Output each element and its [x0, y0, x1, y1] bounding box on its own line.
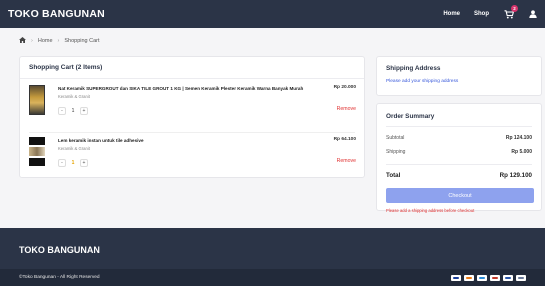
product-image[interactable] — [29, 85, 45, 115]
qty-value: 1 — [71, 108, 75, 114]
product-name[interactable]: Nat Keramik SUPERGROUT dan SIKA TILE GRO… — [58, 86, 306, 91]
cart-item: Nat Keramik SUPERGROUT dan SIKA TILE GRO… — [29, 85, 356, 127]
shipping-address-panel: Shipping Address Please add your shippin… — [376, 56, 542, 96]
breadcrumb-current: Shopping Cart — [64, 38, 100, 44]
total-value: Rp 129.100 — [499, 172, 532, 179]
qty-increase-button[interactable]: + — [80, 159, 88, 167]
subtotal-row: Subtotal Rp 124.100 — [386, 135, 532, 141]
subtotal-label: Subtotal — [386, 135, 405, 141]
user-icon[interactable] — [528, 10, 537, 19]
brand-logo[interactable]: TOKO BANGUNAN — [8, 8, 105, 20]
remove-button[interactable]: Remove — [306, 106, 356, 112]
total-row: Total Rp 129.100 — [386, 164, 532, 179]
checkout-warning: Please add a shipping address before che… — [386, 208, 475, 213]
chevron-right-icon: › — [57, 38, 60, 44]
payment-methods — [451, 274, 526, 281]
shipping-title: Shipping Address — [386, 65, 441, 72]
qty-value: 1 — [71, 160, 75, 166]
quantity-stepper: - 1 + — [58, 107, 306, 115]
mastercard-icon — [464, 274, 474, 281]
product-name[interactable]: Lem keramik instan untuk tile adhesive — [58, 138, 306, 143]
remove-button[interactable]: Remove — [306, 158, 356, 164]
divider — [29, 132, 355, 133]
cart-item: Lem keramik instan untuk tile adhesive K… — [29, 137, 356, 179]
copyright-text: ©Toko Bangunan - All Right Reserved — [19, 275, 100, 280]
breadcrumb: › Home › Shopping Cart — [19, 36, 100, 46]
qty-decrease-button[interactable]: - — [58, 107, 66, 115]
bank-icon — [490, 274, 500, 281]
cart-count-badge: 2 — [511, 4, 518, 12]
bank-icon — [516, 274, 526, 281]
add-address-link[interactable]: Please add your shipping address — [386, 79, 532, 84]
shipping-row: Shipping Rp 5.000 — [386, 149, 532, 155]
checkout-button[interactable]: Checkout — [386, 188, 534, 203]
subtotal-value: Rp 124.100 — [505, 135, 532, 141]
shipping-value: Rp 5.000 — [511, 149, 532, 155]
shopping-cart-panel: Shopping Cart (2 Items) Nat Keramik SUPE… — [19, 56, 365, 178]
top-navbar: TOKO BANGUNAN Home Shop 2 — [0, 0, 545, 28]
bank-icon — [503, 274, 513, 281]
qty-decrease-button[interactable]: - — [58, 159, 66, 167]
cart-title: Shopping Cart (2 Items) — [20, 57, 364, 79]
visa-icon — [451, 274, 461, 281]
cart-icon[interactable]: 2 — [503, 4, 518, 20]
nav-shop[interactable]: Shop — [474, 11, 489, 17]
shipping-label: Shipping — [386, 149, 406, 155]
summary-title: Order Summary — [386, 113, 532, 127]
breadcrumb-home[interactable]: Home — [38, 38, 53, 44]
home-icon[interactable] — [19, 37, 26, 45]
nav-home[interactable]: Home — [443, 11, 460, 17]
footer-brand: TOKO BANGUNAN — [19, 245, 100, 255]
total-label: Total — [386, 172, 401, 179]
nav-menu: Home Shop 2 — [443, 4, 537, 20]
product-price: Rp 64.100 — [333, 137, 356, 142]
order-summary-panel: Order Summary Subtotal Rp 124.100 Shippi… — [376, 103, 542, 213]
product-category: Keramik & Granit — [58, 94, 90, 99]
product-image[interactable] — [29, 137, 45, 167]
amex-icon — [477, 274, 487, 281]
product-category: Keramik & Granit — [58, 146, 90, 151]
footer: TOKO BANGUNAN ©Toko Bangunan - All Right… — [0, 228, 545, 286]
chevron-right-icon: › — [31, 38, 33, 44]
product-price: Rp 20.000 — [333, 85, 356, 90]
footer-bottom-bar: ©Toko Bangunan - All Right Reserved — [0, 269, 545, 286]
quantity-stepper: - 1 + — [58, 159, 306, 167]
qty-increase-button[interactable]: + — [80, 107, 88, 115]
